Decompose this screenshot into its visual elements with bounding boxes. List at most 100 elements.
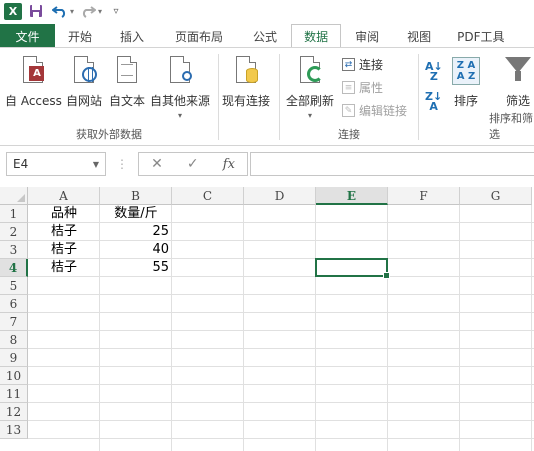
cell-area[interactable]: 品种 数量/斤 桔子 25 桔子 40 桔子 55 [28, 205, 534, 451]
row-header-3[interactable]: 3 [0, 241, 28, 259]
grid-line [28, 438, 534, 439]
column-header-g[interactable]: G [460, 187, 532, 205]
row-header-1[interactable]: 1 [0, 205, 28, 223]
row-header-6[interactable]: 6 [0, 295, 28, 313]
customize-icon[interactable]: ▿ [106, 2, 126, 20]
column-header-b[interactable]: B [100, 187, 172, 205]
row-header-9[interactable]: 9 [0, 349, 28, 367]
tab-data[interactable]: 数据 [291, 24, 342, 48]
tab-file[interactable]: 文件 [0, 24, 55, 48]
cell-a3[interactable]: 桔子 [28, 241, 100, 259]
properties-icon: ≡ [342, 81, 355, 94]
grid-line [28, 294, 534, 295]
tab-insert[interactable]: 插入 [105, 24, 159, 48]
grid-line [387, 205, 388, 451]
insert-function-icon[interactable]: fx [223, 157, 235, 172]
quick-access-toolbar: X ▾ ▾ ▿ [0, 0, 534, 22]
dropdown-arrow-icon: ▾ [178, 111, 183, 120]
sort-label: 排序 [453, 94, 478, 108]
from-access-button[interactable]: A 自 Access [5, 54, 62, 109]
group-separator [218, 54, 219, 140]
sort-ascending-button[interactable]: A↓ Z [425, 60, 443, 83]
tab-page-layout[interactable]: 页面布局 [159, 24, 239, 48]
tab-home[interactable]: 开始 [55, 24, 105, 48]
row-header-2[interactable]: 2 [0, 223, 28, 241]
from-web-label: 自网站 [66, 94, 103, 108]
cell-a1[interactable]: 品种 [28, 205, 100, 223]
sort-descending-button[interactable]: Z↓ A [425, 90, 443, 113]
dropdown-arrow-icon: ▾ [308, 111, 313, 120]
column-header-d[interactable]: D [244, 187, 316, 205]
undo-icon[interactable] [50, 2, 70, 20]
properties-button[interactable]: ≡ 属性 [342, 79, 383, 96]
save-icon[interactable] [26, 2, 46, 20]
row-header-7[interactable]: 7 [0, 313, 28, 331]
cell-a2[interactable]: 桔子 [28, 223, 100, 241]
properties-label: 属性 [359, 81, 384, 95]
sort-button[interactable]: Z AA Z 排序 [451, 54, 481, 109]
select-all-button[interactable] [0, 187, 28, 205]
tab-review[interactable]: 审阅 [341, 24, 393, 48]
group-label-connections: 连接 [338, 128, 360, 141]
cell-a4[interactable]: 桔子 [28, 259, 100, 277]
formula-bar-resize-handle[interactable]: ⋮ [116, 157, 128, 171]
row-header-13[interactable]: 13 [0, 421, 28, 439]
group-label-get-external-data: 获取外部数据 [76, 128, 142, 141]
redo-dropdown-icon[interactable]: ▾ [98, 7, 102, 16]
name-box[interactable]: E4 ▼ [6, 152, 106, 176]
from-access-label: 自 Access [5, 94, 62, 108]
grid-line [28, 384, 534, 385]
tab-formulas[interactable]: 公式 [239, 24, 291, 48]
from-web-button[interactable]: 自网站 [66, 54, 102, 109]
grid-line [459, 205, 460, 451]
tab-pdf-tools[interactable]: PDF工具 [445, 24, 516, 48]
other-sources-icon [165, 54, 195, 88]
filter-icon [503, 54, 533, 88]
column-header-a[interactable]: A [28, 187, 100, 205]
connections-button[interactable]: ⇄ 连接 [342, 56, 383, 73]
cell-b1[interactable]: 数量/斤 [100, 205, 172, 223]
redo-icon[interactable] [78, 2, 98, 20]
from-text-button[interactable]: 自文本 [109, 54, 145, 109]
cell-b4[interactable]: 55 [100, 259, 172, 277]
ribbon: A 自 Access 自网站 自文本 自其他来源 ▾ 获取外部数据 现有连接 全… [0, 48, 534, 146]
existing-connections-button[interactable]: 现有连接 [222, 54, 270, 109]
cell-b2[interactable]: 25 [100, 223, 172, 241]
group-label-sort-filter: 排序和筛选 [489, 112, 533, 141]
connections-label: 连接 [359, 58, 384, 72]
active-cell-selection[interactable] [315, 258, 390, 279]
grid-line [28, 366, 534, 367]
row-header-8[interactable]: 8 [0, 331, 28, 349]
row-header-10[interactable]: 10 [0, 367, 28, 385]
formula-buttons: ✕ ✓ fx [138, 152, 248, 176]
refresh-all-button[interactable]: 全部刷新 ▾ [286, 54, 334, 120]
sort-ascending-icon: A↓ Z [425, 60, 443, 83]
sort-descending-icon: Z↓ A [425, 90, 443, 113]
undo-dropdown-icon[interactable]: ▾ [70, 7, 74, 16]
row-header-4[interactable]: 4 [0, 259, 28, 277]
column-header-e[interactable]: E [316, 187, 388, 205]
chevron-down-icon[interactable]: ▼ [93, 160, 99, 169]
cell-b3[interactable]: 40 [100, 241, 172, 259]
grid-line [28, 330, 534, 331]
worksheet-grid: ABCDEFG 1 2 3 4 5 6 7 8 9 10 11 12 13 品种 数量/斤 桔子 25 桔子 40… [0, 187, 534, 451]
edit-links-button[interactable]: ✎ 编辑链接 [342, 102, 407, 119]
row-header-5[interactable]: 5 [0, 277, 28, 295]
from-other-sources-button[interactable]: 自其他来源 ▾ [150, 54, 210, 120]
grid-line [243, 205, 244, 451]
enter-icon[interactable]: ✓ [187, 156, 199, 172]
formula-input[interactable] [250, 152, 534, 176]
existing-connections-label: 现有连接 [222, 94, 271, 108]
grid-line [28, 348, 534, 349]
ribbon-tabs: 文件 开始 插入 页面布局 公式 数据 审阅 视图 PDF工具 [0, 24, 534, 48]
tab-view[interactable]: 视图 [393, 24, 445, 48]
column-header-f[interactable]: F [388, 187, 460, 205]
row-header-11[interactable]: 11 [0, 385, 28, 403]
text-file-icon [112, 54, 142, 88]
column-header-c[interactable]: C [172, 187, 244, 205]
filter-button[interactable]: 筛选 [503, 54, 533, 109]
from-text-label: 自文本 [109, 94, 146, 108]
existing-connections-icon [231, 54, 261, 88]
row-header-12[interactable]: 12 [0, 403, 28, 421]
cancel-icon[interactable]: ✕ [151, 156, 163, 172]
